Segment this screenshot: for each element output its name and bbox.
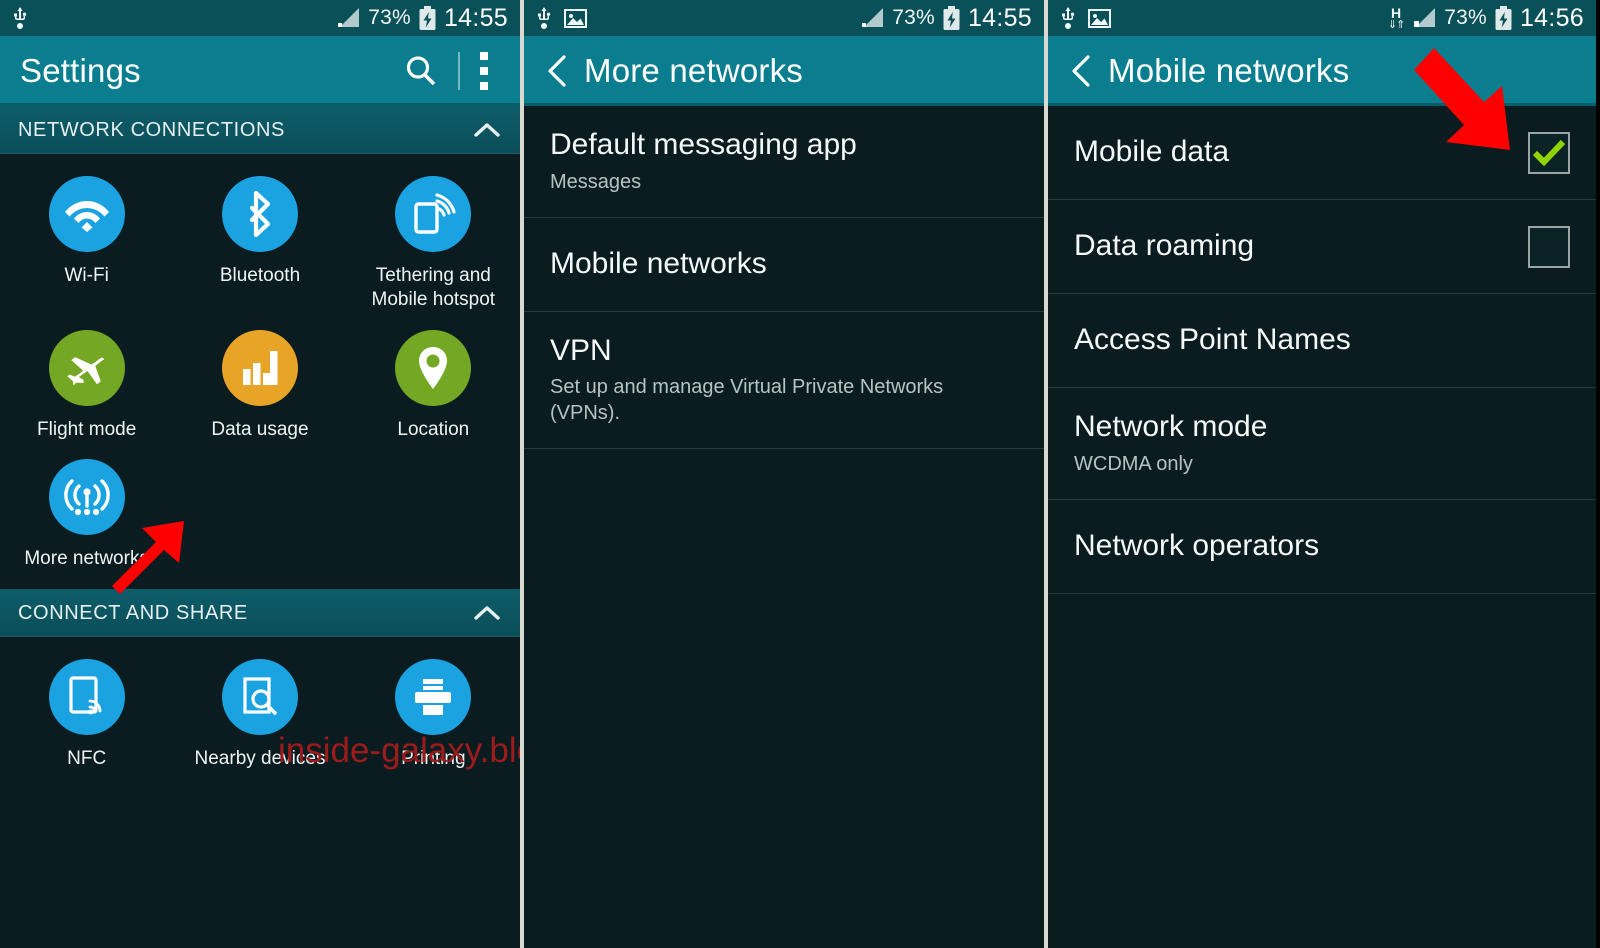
section-header-network-connections[interactable]: NETWORK CONNECTIONS [0, 106, 520, 154]
list-item[interactable]: Data roaming [1048, 200, 1596, 294]
tile-label: Wi-Fi [64, 265, 109, 286]
wifi-icon [48, 176, 125, 252]
chevron-up-icon[interactable] [472, 604, 502, 622]
status-bar-panel3: H ⇓⇑ 73% 14:56 [1048, 0, 1596, 36]
tile-bluetooth[interactable]: Bluetooth [173, 176, 346, 312]
list-item-title: Data roaming [1074, 229, 1255, 263]
check-icon [1532, 139, 1566, 166]
list-item[interactable]: Access Point Names [1048, 294, 1596, 388]
location-pin-icon [395, 329, 472, 406]
battery-charging-icon [942, 5, 961, 31]
network-connections-grid: Wi-Fi Bluetooth Tethering and Mobile hot… [0, 154, 520, 581]
page-title: Mobile networks [1108, 52, 1350, 89]
mobile-networks-list: Mobile data Data roaming Access Point Na… [1048, 106, 1596, 594]
screenshot-image-icon [1088, 8, 1111, 28]
tile-flight-mode[interactable]: Flight mode [0, 329, 173, 442]
list-item[interactable]: Network mode WCDMA only [1048, 388, 1596, 500]
list-item[interactable]: Network operators [1048, 500, 1596, 594]
broadcast-antenna-icon [48, 459, 125, 536]
bar-chart-icon [221, 329, 298, 406]
list-item[interactable]: VPN Set up and manage Virtual Private Ne… [524, 312, 1044, 449]
nfc-icon [48, 659, 125, 735]
airplane-icon [48, 329, 125, 406]
page-title: More networks [584, 52, 804, 89]
tile-nfc[interactable]: NFC [0, 659, 173, 771]
action-bar-separator [458, 52, 460, 90]
panel-more-networks: 73% 14:55 More networks Default messagin… [520, 0, 1044, 948]
list-item-title: Mobile data [1074, 135, 1230, 169]
section-header-connect-and-share[interactable]: CONNECT AND SHARE [0, 589, 520, 637]
list-item-title: Network operators [1074, 528, 1320, 562]
back-chevron-icon[interactable] [544, 54, 570, 88]
tile-label: Location [397, 418, 470, 440]
action-bar-settings: Settings [0, 36, 520, 106]
list-item[interactable]: Mobile data [1048, 106, 1596, 200]
signal-bars-icon [1411, 7, 1437, 29]
status-clock: 14:56 [1519, 3, 1584, 32]
list-item-title: Default messaging app [550, 128, 857, 161]
data-roaming-checkbox[interactable] [1528, 225, 1570, 268]
tile-wifi[interactable]: Wi-Fi [0, 176, 173, 312]
action-bar-more-networks: More networks [524, 36, 1044, 106]
overflow-menu-icon[interactable] [478, 52, 500, 90]
list-item[interactable]: Default messaging app Messages [524, 106, 1044, 218]
battery-charging-icon [418, 5, 437, 31]
network-type-label: H [1391, 4, 1402, 21]
status-bar-panel2: 73% 14:55 [524, 0, 1044, 36]
tile-label: Tethering and Mobile hotspot [371, 265, 496, 310]
back-chevron-icon[interactable] [1068, 54, 1094, 88]
tile-tethering-hotspot[interactable]: Tethering and Mobile hotspot [347, 176, 520, 312]
signal-bars-icon [335, 7, 361, 29]
tile-data-usage[interactable]: Data usage [173, 329, 346, 442]
data-arrows-icon: ⇓⇑ [1387, 18, 1405, 31]
tethering-hotspot-icon [395, 176, 472, 252]
status-bar-panel1: 73% 14:55 [0, 0, 520, 36]
battery-charging-icon [1494, 5, 1513, 31]
list-item-subtitle: Set up and manage Virtual Private Networ… [550, 376, 944, 424]
list-item-subtitle: Messages [550, 170, 642, 193]
list-item-title: Access Point Names [1074, 323, 1351, 357]
screenshot-image-icon [564, 8, 587, 28]
list-item-title: VPN [550, 333, 612, 367]
list-item[interactable]: Mobile networks [524, 218, 1044, 312]
screenshot-collage: 73% 14:55 Settings NETWORK CONNECTIONS W… [0, 0, 1600, 948]
printer-icon [395, 659, 472, 735]
usb-icon [1060, 6, 1076, 30]
tile-label: Flight mode [37, 418, 137, 440]
list-item-title: Network mode [1074, 410, 1268, 443]
mobile-data-checkbox[interactable] [1528, 131, 1570, 174]
section-label: NETWORK CONNECTIONS [18, 118, 285, 141]
tile-label: Bluetooth [219, 265, 301, 286]
tile-label: More networks [24, 548, 149, 570]
tile-label: Data usage [211, 418, 309, 440]
status-clock: 14:55 [967, 3, 1032, 32]
panel-settings: 73% 14:55 Settings NETWORK CONNECTIONS W… [0, 0, 520, 948]
battery-percent-label: 73% [368, 6, 411, 29]
panel-mobile-networks: H ⇓⇑ 73% 14:56 Mobile networks Mobile da… [1044, 0, 1596, 948]
more-networks-list: Default messaging app Messages Mobile ne… [524, 106, 1044, 449]
status-clock: 14:55 [443, 3, 508, 32]
section-label: CONNECT AND SHARE [18, 601, 248, 624]
usb-icon [536, 6, 552, 30]
battery-percent-label: 73% [1444, 6, 1487, 29]
bluetooth-icon [221, 176, 298, 252]
list-item-title: Mobile networks [550, 246, 767, 280]
search-icon[interactable] [402, 52, 440, 90]
hspa-data-icon: H ⇓⇑ [1387, 4, 1405, 31]
tile-more-networks[interactable]: More networks [0, 459, 173, 571]
action-bar-mobile-networks: Mobile networks [1048, 36, 1596, 106]
chevron-up-icon[interactable] [472, 121, 502, 139]
tile-label: NFC [67, 748, 107, 769]
page-title: Settings [20, 52, 141, 89]
watermark-text: inside-galaxy.blogspot.com [278, 731, 520, 770]
list-item-subtitle: WCDMA only [1074, 452, 1193, 475]
battery-percent-label: 73% [892, 6, 935, 29]
signal-bars-icon [859, 7, 885, 29]
tile-location[interactable]: Location [347, 329, 520, 442]
nearby-devices-icon [221, 659, 298, 735]
usb-icon [12, 6, 28, 30]
